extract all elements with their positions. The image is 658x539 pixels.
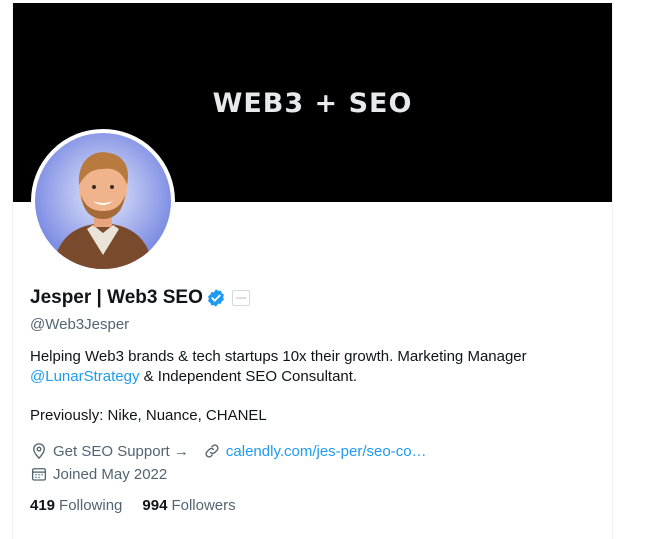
calendar-icon	[31, 468, 47, 481]
following-link[interactable]: 419 Following	[30, 497, 122, 514]
profile-handle: @Web3Jesper	[30, 316, 130, 333]
profile-meta-row: Get SEO Support → calendly.com/jes-per/s…	[30, 442, 427, 460]
followers-link[interactable]: 994 Followers	[142, 497, 235, 514]
following-label: Following	[59, 497, 123, 514]
affiliate-badge-icon[interactable]: LUNAR	[231, 290, 250, 306]
followers-count: 994	[142, 497, 168, 514]
bio-mention-link[interactable]: @LunarStrategy	[30, 368, 139, 385]
avatar-image	[35, 133, 171, 269]
profile-name-row: Jesper | Web3 SEO LUNAR	[30, 287, 250, 309]
profile-joined-row: Joined May 2022	[30, 465, 167, 483]
profile-location: Get SEO Support →	[53, 442, 189, 460]
profile-stats: 419 Following 994 Followers	[30, 497, 256, 514]
followers-label: Followers	[171, 497, 236, 514]
affiliate-badge-label: LUNAR	[235, 296, 246, 300]
profile-bio: Helping Web3 brands & tech startups 10x …	[30, 347, 590, 387]
bio-line-2: & Independent SEO Consultant.	[139, 368, 358, 385]
location-icon	[33, 443, 45, 460]
verified-badge-icon[interactable]	[206, 288, 226, 308]
bio-line-1: Helping Web3 brands & tech startups 10x …	[30, 348, 527, 365]
avatar[interactable]	[31, 129, 175, 273]
banner-text: WEB3 + SEO	[212, 88, 413, 119]
profile-joined: Joined May 2022	[53, 465, 168, 483]
link-icon	[205, 444, 219, 458]
following-count: 419	[30, 497, 56, 514]
bio-previously: Previously: Nike, Nuance, CHANEL	[30, 407, 267, 424]
profile-website-link[interactable]: calendly.com/jes-per/seo-co…	[226, 443, 427, 460]
profile-name: Jesper | Web3 SEO	[30, 287, 203, 308]
profile-card: WEB3 + SEO Jesper | Web3 SEO LUNAR @Web3…	[12, 3, 613, 539]
